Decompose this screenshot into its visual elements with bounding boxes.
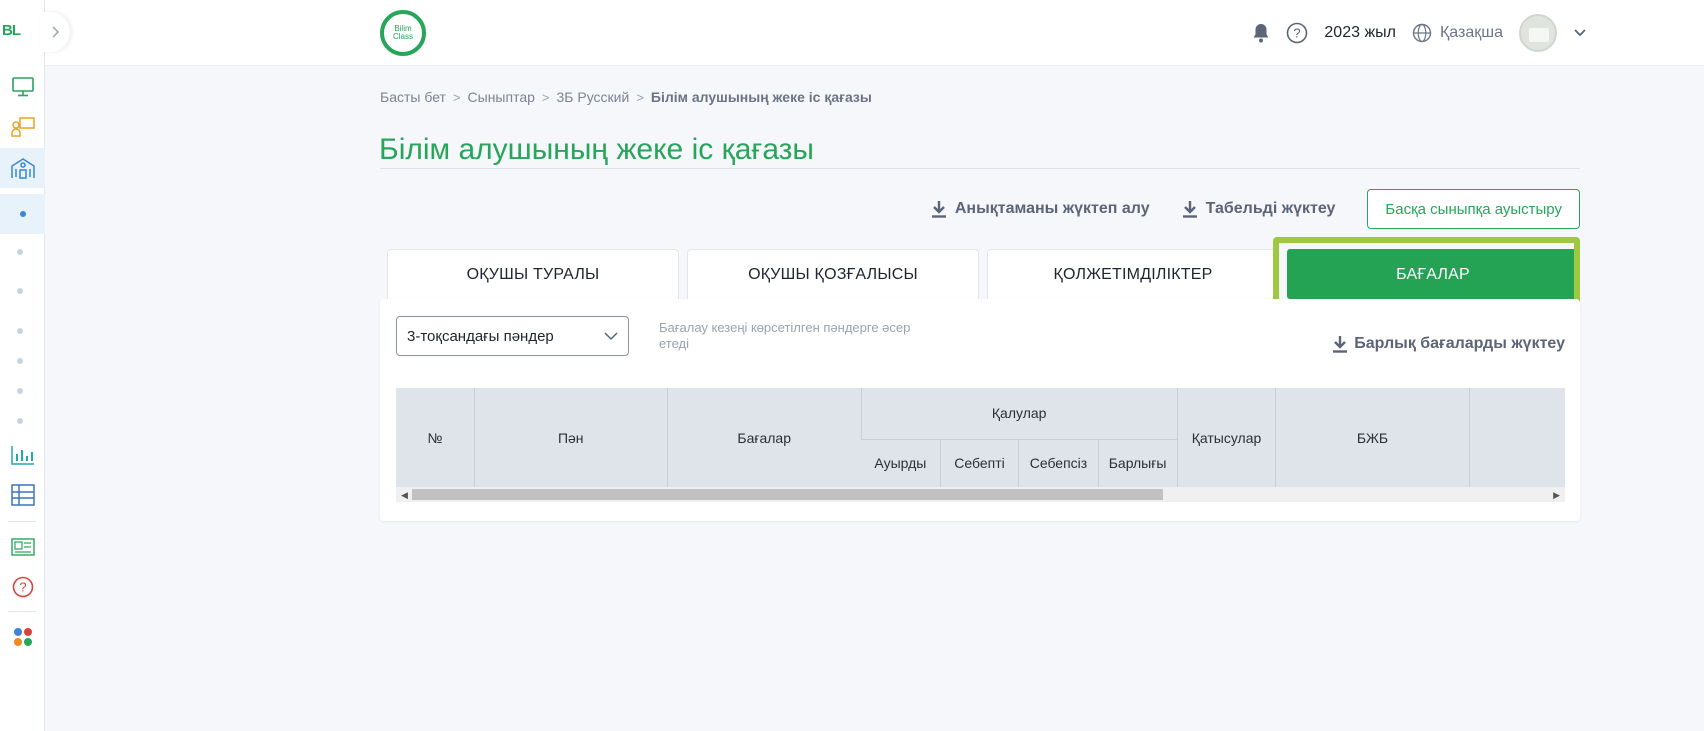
download-icon [1182,201,1197,218]
column-header-total: Барлығы [1097,439,1178,487]
table-horizontal-scrollbar[interactable]: ◀ ▶ [396,487,1565,502]
chevron-right-icon: > [452,89,461,105]
column-header-bzb: БЖБ [1275,388,1470,487]
breadcrumb-class[interactable]: 3Б Русский [557,89,630,105]
chevron-down-icon [604,331,618,340]
academic-year-selector[interactable]: 2023 жыл [1324,24,1396,42]
svg-text:?: ? [19,580,26,595]
column-header-absences: Қалулар [860,388,1178,440]
column-header-sick: Ауырды [874,455,927,472]
language-label: Қазақша [1439,24,1503,41]
chevron-right-icon [52,26,60,38]
id-card-icon[interactable] [0,530,45,564]
breadcrumb: Басты бет > Сыныптар > 3Б Русский > Білі… [380,89,872,105]
tab-bar: ОҚУШЫ ТУРАЛЫ ОҚУШЫ ҚОЗҒАЛЫСЫ ҚОЛЖЕТІМДІЛ… [387,249,1579,299]
sidebar-divider [8,521,36,522]
tab-about-student[interactable]: ОҚУШЫ ТУРАЛЫ [387,249,679,299]
download-all-grades-label: Барлық бағаларды жүктеу [1354,335,1565,352]
sidebar-logo[interactable]: BL [2,22,21,39]
column-header-excused: Себепті [939,439,1019,487]
breadcrumb-classes[interactable]: Сыныптар [468,89,535,105]
user-avatar[interactable] [1519,14,1557,52]
column-header-subject: Пән [473,388,668,487]
bar-chart-icon[interactable] [0,438,45,472]
help-icon[interactable]: ? [1286,22,1308,44]
grades-table-container[interactable]: № Пән Бағалар Қалулар Қатысулар БЖБ Ауыр… [396,388,1565,487]
bell-icon[interactable] [1252,23,1270,43]
scroll-right-icon[interactable]: ▶ [1553,490,1560,501]
grades-panel: 3-тоқсандағы пәндер Бағалау кезеңі көрсе… [380,299,1580,521]
scrollbar-thumb[interactable] [412,489,1163,500]
sidebar-subitem-active[interactable] [0,194,45,234]
sidebar-subitem[interactable] [17,358,23,364]
download-certificate-button[interactable]: Анықтаманы жүктеп алу [931,200,1150,218]
download-icon [931,201,946,218]
monitor-icon[interactable] [0,70,45,104]
period-select-value: 3-тоқсандағы пәндер [407,327,554,345]
column-header-number: № [427,429,443,446]
left-sidebar: BL ? [0,0,45,731]
title-divider [380,168,1580,169]
language-selector[interactable]: Қазақша [1412,23,1503,43]
sidebar-subitem[interactable] [17,249,23,255]
tab-grades[interactable]: БАҒАЛАР [1287,249,1579,299]
top-header: Bilim Class ? 2023 жыл Қазақша [45,0,1704,66]
svg-text:?: ? [1294,26,1301,41]
column-header-unexcused: Себепсіз [1018,439,1099,487]
sidebar-subitem[interactable] [17,418,23,424]
chevron-right-icon: > [636,89,644,105]
sidebar-subitem[interactable] [17,388,23,394]
page-title: Білім алушының жеке іс қағазы [379,133,814,166]
download-icon [1333,336,1348,353]
tab-student-movement[interactable]: ОҚУШЫ ҚОЗҒАЛЫСЫ [687,249,979,299]
period-select[interactable]: 3-тоқсандағы пәндер [396,316,629,356]
bilimclass-logo[interactable]: Bilim Class [380,10,426,56]
column-header-grades: Бағалар [666,388,862,487]
scroll-left-icon[interactable]: ◀ [401,490,408,501]
action-bar: Анықтаманы жүктеп алу Табельді жүктеу Ба… [931,189,1580,229]
switch-class-button[interactable]: Басқа сыныпқа ауыстыру [1367,189,1580,229]
school-building-icon[interactable] [0,148,45,188]
column-header-attendance: Қатысулар [1176,388,1276,487]
apps-dots-icon[interactable] [0,620,45,654]
tab-accessibility[interactable]: ҚОЛЖЕТІМДІЛІКТЕР [987,249,1279,299]
teacher-board-icon[interactable] [0,110,45,144]
period-hint: Бағалау кезеңі көрсетілген пәндерге әсер… [659,320,911,351]
download-certificate-label: Анықтаманы жүктеп алу [954,200,1150,217]
breadcrumb-home[interactable]: Басты бет [380,89,446,105]
grades-table: № Пән Бағалар Қалулар Қатысулар БЖБ Ауыр… [396,388,1565,487]
sidebar-subitem[interactable] [17,288,23,294]
download-all-grades-button[interactable]: Барлық бағаларды жүктеу [1332,335,1565,353]
breadcrumb-current: Білім алушының жеке іс қағазы [650,89,872,105]
help-circle-icon[interactable]: ? [0,570,45,604]
download-tabel-button[interactable]: Табельді жүктеу [1182,200,1336,218]
sidebar-subitem[interactable] [17,328,23,334]
sidebar-divider [8,611,36,612]
globe-icon [1412,23,1432,43]
chevron-down-icon[interactable] [1573,28,1587,38]
column-header-extra [1468,388,1565,487]
chevron-right-icon: > [541,89,550,105]
download-tabel-label: Табельді жүктеу [1205,200,1336,217]
table-grid-icon[interactable] [0,478,45,512]
